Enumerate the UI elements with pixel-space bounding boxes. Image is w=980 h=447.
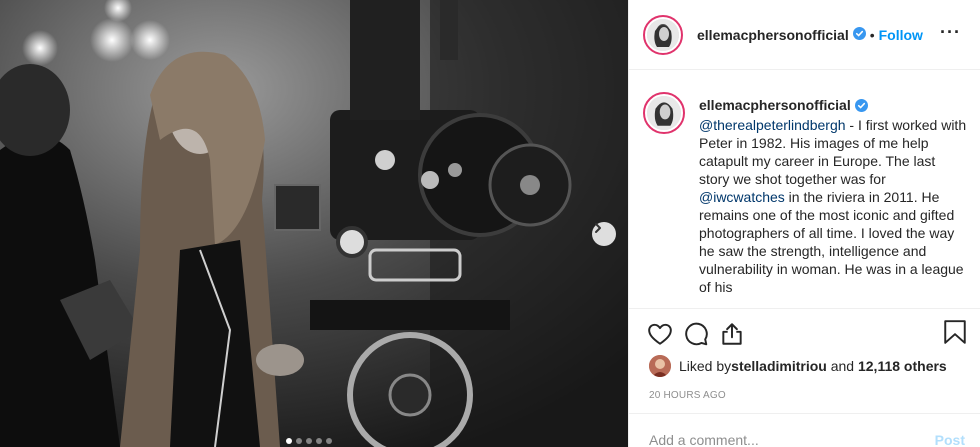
comment-bar: Post: [629, 413, 980, 447]
carousel-dot: [296, 438, 302, 444]
like-button[interactable]: [647, 321, 673, 347]
verified-badge-icon: [854, 98, 868, 116]
caption-username[interactable]: ellemacphersonofficial: [699, 97, 851, 113]
post-photo[interactable]: [0, 0, 628, 447]
likes-summary: Liked by stelladimitriou and 12,118 othe…: [649, 355, 947, 377]
bookmark-icon: [944, 320, 966, 344]
likes-middle: and: [826, 358, 858, 374]
post-comment-button[interactable]: Post: [935, 414, 965, 447]
username-link[interactable]: ellemacphersonofficial: [697, 27, 849, 43]
more-options-icon[interactable]: ···: [940, 22, 961, 43]
comment-button[interactable]: [683, 321, 709, 347]
caption-avatar[interactable]: [643, 92, 685, 134]
likes-count[interactable]: 12,118 others: [858, 358, 947, 374]
liker-avatar[interactable]: [649, 355, 671, 377]
comment-input[interactable]: [649, 413, 935, 447]
follow-button[interactable]: Follow: [879, 27, 923, 43]
avatar[interactable]: [643, 14, 683, 55]
caption-area: ellemacphersonofficial @therealpeterlind…: [643, 92, 973, 302]
carousel-dot: [306, 438, 312, 444]
post-header: ellemacphersonofficial • Follow ···: [629, 0, 980, 70]
carousel-dot: [286, 438, 292, 444]
share-icon: [722, 322, 742, 345]
heart-icon: [648, 323, 672, 345]
next-slide-button[interactable]: [592, 222, 616, 246]
save-button[interactable]: [943, 319, 967, 348]
post-side-panel: ellemacphersonofficial • Follow ··· elle…: [628, 0, 980, 447]
liker-username[interactable]: stelladimitriou: [731, 358, 827, 374]
mention-link[interactable]: @therealpeterlindbergh: [699, 117, 846, 133]
comment-icon: [685, 322, 708, 345]
photo-image: [0, 0, 628, 447]
action-bar: [629, 308, 980, 358]
mention-link[interactable]: @iwcwatches: [699, 189, 785, 205]
carousel-dot: [316, 438, 322, 444]
carousel-dot: [326, 438, 332, 444]
profile-photo: [647, 18, 679, 51]
caption-text: ellemacphersonofficial @therealpeterlind…: [699, 96, 969, 296]
post-timestamp[interactable]: 20 HOURS AGO: [649, 390, 726, 401]
profile-photo: [647, 96, 681, 130]
carousel-indicator: [286, 438, 332, 444]
share-button[interactable]: [719, 321, 745, 347]
verified-badge-icon: [852, 26, 866, 43]
chevron-right-icon: [595, 223, 601, 233]
likes-prefix: Liked by: [679, 358, 732, 374]
separator-bullet: •: [869, 26, 875, 43]
